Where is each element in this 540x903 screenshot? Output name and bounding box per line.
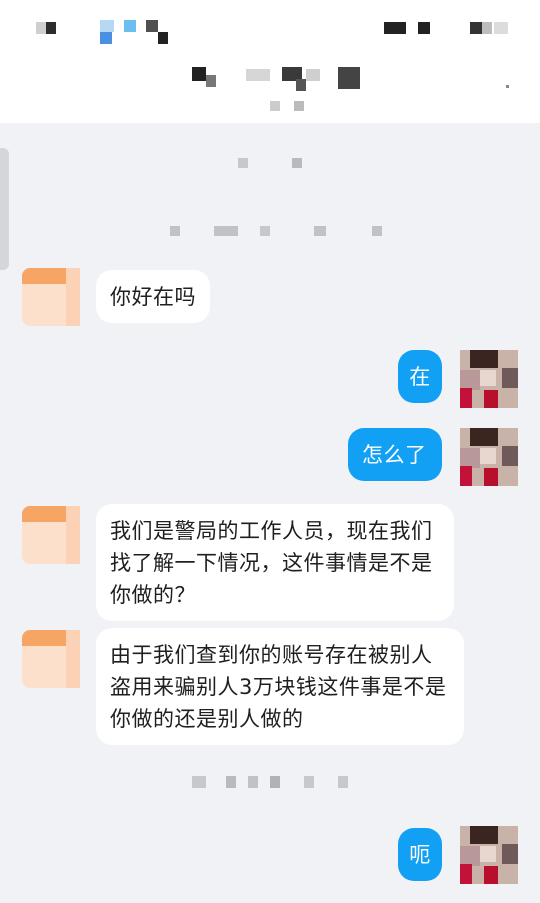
chat-header	[0, 55, 540, 123]
system-notice-redacted	[314, 226, 326, 236]
status-bar	[0, 0, 540, 55]
battery-icon	[494, 22, 508, 34]
incoming-message[interactable]: 你好在吗	[96, 270, 210, 323]
notification-icon	[100, 20, 114, 32]
wifi-icon	[418, 22, 430, 34]
contact-avatar[interactable]	[22, 630, 80, 688]
system-notice-redacted	[214, 226, 238, 236]
timestamp-redacted	[238, 158, 248, 168]
contact-name-redacted	[192, 67, 206, 81]
user-avatar[interactable]	[460, 826, 518, 884]
contact-name-redacted	[206, 75, 216, 87]
timestamp-redacted	[292, 158, 302, 168]
timestamp-redacted	[304, 776, 314, 788]
contact-avatar[interactable]	[22, 506, 80, 564]
user-avatar[interactable]	[460, 428, 518, 486]
contact-name-redacted	[246, 69, 270, 81]
timestamp-redacted	[338, 776, 348, 788]
contact-status-redacted	[294, 101, 304, 111]
incoming-message[interactable]: 由于我们查到你的账号存在被别人盗用来骗别人3万块钱这件事是不是你做的还是别人做的	[96, 628, 464, 745]
notification-icon	[158, 32, 168, 44]
notification-icon	[146, 20, 158, 32]
user-avatar[interactable]	[460, 350, 518, 408]
notification-icon	[124, 20, 136, 32]
outgoing-message[interactable]: 怎么了	[348, 428, 442, 481]
timestamp-redacted	[192, 776, 206, 788]
system-notice-redacted	[372, 226, 382, 236]
notification-icon	[100, 32, 112, 44]
signal-icon	[384, 22, 406, 34]
system-notice-redacted	[260, 226, 270, 236]
timestamp-redacted	[270, 776, 280, 788]
battery-icon	[470, 22, 482, 34]
outgoing-message[interactable]: 在	[398, 350, 442, 403]
contact-name-redacted	[296, 79, 306, 91]
status-time-redacted	[46, 22, 56, 34]
timestamp-redacted	[248, 776, 258, 788]
system-notice-redacted	[170, 226, 180, 236]
battery-icon	[482, 22, 492, 34]
incoming-message[interactable]: 我们是警局的工作人员，现在我们找了解一下情况，这件事情是不是你做的？	[96, 504, 454, 621]
contact-name-redacted	[306, 69, 320, 81]
scrollbar[interactable]	[0, 148, 9, 270]
more-icon[interactable]	[506, 85, 509, 88]
outgoing-message[interactable]: 呃	[398, 828, 442, 881]
contact-avatar[interactable]	[22, 268, 80, 326]
timestamp-redacted	[226, 776, 236, 788]
contact-name-redacted	[338, 67, 360, 89]
contact-status-redacted	[270, 101, 280, 111]
